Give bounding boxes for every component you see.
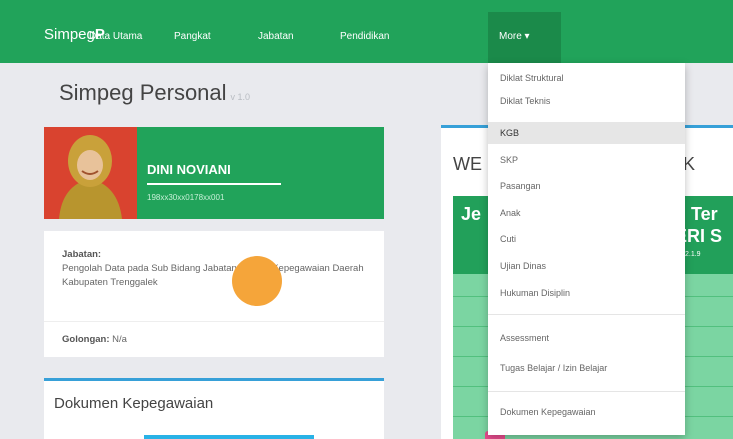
menu-divider (488, 391, 685, 392)
nav-jabatan[interactable]: Jabatan (258, 31, 294, 42)
welcome-title-left: WE (453, 154, 482, 174)
info-card: Jabatan: Pengolah Data pada Sub Bidang J… (44, 231, 384, 357)
menu-divider (488, 314, 685, 315)
menu-item-dokumen-kepegawaian[interactable]: Dokumen Kepegawaian (488, 401, 685, 423)
orange-circle-badge (232, 256, 282, 306)
dokumen-panel: Dokumen Kepegawaian (44, 378, 384, 439)
golongan-label: Golongan: (62, 334, 110, 345)
dokumen-title: Dokumen Kepegawaian (54, 395, 214, 412)
page-title: Simpeg Personal v 1.0 (59, 80, 251, 105)
menu-item-pasangan[interactable]: Pasangan (488, 175, 685, 197)
profile-photo (44, 127, 137, 219)
dokumen-button[interactable] (144, 435, 314, 439)
nav-pendidikan[interactable]: Pendidikan (340, 31, 389, 42)
more-dropdown-menu: Diklat Struktural Diklat Teknis KGB SKP … (488, 63, 685, 435)
menu-item-diklat-struktural[interactable]: Diklat Struktural (488, 67, 685, 89)
menu-item-kgb[interactable]: KGB (488, 122, 685, 144)
top-navbar: SimpegP Data Utama Pangkat Jabatan Pendi… (0, 0, 733, 63)
banner-text-left: Je (461, 204, 482, 224)
menu-item-anak[interactable]: Anak (488, 202, 685, 224)
profile-nip: 198xx30xx0178xx001 (147, 193, 225, 202)
menu-item-assessment[interactable]: Assessment (488, 327, 685, 349)
jabatan-value: Pengolah Data pada Sub Bidang Jabatan, B… (62, 263, 364, 288)
menu-item-hukuman-disiplin[interactable]: Hukuman Disiplin (488, 282, 685, 304)
menu-item-cuti[interactable]: Cuti (488, 228, 685, 250)
jabatan-label: Jabatan: (62, 249, 102, 260)
golongan-info: Golongan: N/a (62, 334, 127, 345)
nav-pangkat[interactable]: Pangkat (174, 31, 211, 42)
menu-item-skp[interactable]: SKP (488, 149, 685, 171)
profile-name: DINI NOVIANI (147, 162, 231, 177)
nav-data-utama[interactable]: Data Utama (89, 31, 142, 42)
jabatan-info: Jabatan: Pengolah Data pada Sub Bidang J… (62, 248, 372, 290)
golongan-value: N/a (112, 334, 127, 345)
menu-item-ujian-dinas[interactable]: Ujian Dinas (488, 255, 685, 277)
profile-card: DINI NOVIANI 198xx30xx0178xx001 (44, 127, 384, 219)
banner-small-text: 2.1.9 (685, 251, 701, 258)
menu-item-diklat-teknis[interactable]: Diklat Teknis (488, 90, 685, 112)
nav-more-dropdown[interactable]: More ▾ (488, 12, 561, 63)
profile-divider (147, 183, 281, 185)
menu-item-tugas-belajar[interactable]: Tugas Belajar / Izin Belajar (488, 357, 685, 379)
info-divider (44, 321, 384, 322)
version-label: v 1.0 (230, 92, 251, 102)
